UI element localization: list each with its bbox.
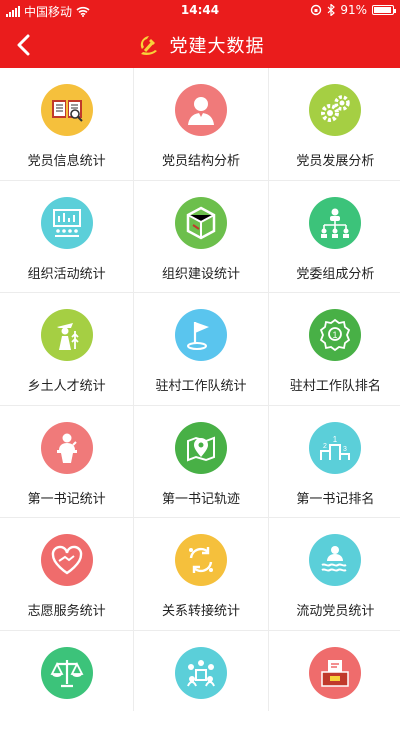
icon-circle — [41, 534, 93, 586]
flag-marker-icon — [183, 317, 219, 353]
icon-circle — [175, 84, 227, 136]
grid-item-2[interactable]: 党员结构分析 — [134, 68, 267, 180]
grid-item-label: 第一书记排名 — [269, 488, 400, 507]
grid-item-label: 党员结构分析 — [134, 150, 267, 169]
icon-circle — [309, 197, 361, 249]
grid-item-7[interactable]: 乡土人才统计 — [0, 293, 133, 405]
rotation-lock-icon — [310, 4, 322, 16]
grid-item-label: 党员发展分析 — [269, 150, 400, 169]
status-bar: 中国移动 14:44 91% — [0, 0, 400, 22]
map-pin-icon — [183, 430, 219, 466]
grid-item-4[interactable]: 组织活动统计 — [0, 181, 133, 293]
grid-item-label: 关系转接统计 — [134, 600, 267, 619]
icon-circle — [41, 309, 93, 361]
grid-item-16[interactable] — [0, 631, 133, 742]
bluetooth-icon — [327, 4, 335, 16]
grid-item-17[interactable] — [134, 631, 267, 742]
grid-item-1[interactable]: 党员信息统计 — [0, 68, 133, 180]
ballot-box-icon — [317, 655, 353, 691]
svg-text:1: 1 — [333, 330, 338, 340]
grid-item-18[interactable] — [269, 631, 400, 742]
icon-circle: 12 3 — [309, 422, 361, 474]
icon-circle — [175, 534, 227, 586]
presentation-board-icon — [49, 205, 85, 241]
status-right: 91% — [310, 3, 394, 17]
icon-circle — [41, 422, 93, 474]
battery-icon — [372, 5, 394, 15]
group-meeting-icon — [183, 655, 219, 691]
org-chart-icon — [317, 205, 353, 241]
podium-icon: 12 3 — [317, 430, 353, 466]
grid-item-3[interactable]: 党员发展分析 — [269, 68, 400, 180]
grid-item-10[interactable]: 第一书记统计 — [0, 406, 133, 518]
battery-percent: 91% — [340, 3, 367, 17]
swimming-person-icon — [317, 542, 353, 578]
grid-item-8[interactable]: 驻村工作队统计 — [134, 293, 267, 405]
grid-item-label: 组织活动统计 — [0, 263, 133, 282]
grid-item-12[interactable]: 12 3 第一书记排名 — [269, 406, 400, 518]
person-bust-icon — [183, 92, 219, 128]
grid-item-14[interactable]: 关系转接统计 — [134, 518, 267, 630]
grid-item-label: 第一书记轨迹 — [134, 488, 267, 507]
grid-item-9[interactable]: 1 驻村工作队排名 — [269, 293, 400, 405]
grid-item-label: 驻村工作队统计 — [134, 375, 267, 394]
icon-circle — [309, 84, 361, 136]
book-magnifier-icon — [49, 92, 85, 128]
icon-circle — [41, 84, 93, 136]
icon-circle — [175, 422, 227, 474]
medal-icon: 1 — [317, 317, 353, 353]
grid-item-13[interactable]: 志愿服务统计 — [0, 518, 133, 630]
gears-icon — [317, 92, 353, 128]
grid-item-label: 志愿服务统计 — [0, 600, 133, 619]
feature-grid: 党员信息统计 党员结构分析 党员发展分析 组织活动统计 组织建设统计 党委组成分… — [0, 68, 400, 711]
icon-circle — [41, 647, 93, 699]
page-title: 党建大数据 — [170, 32, 265, 58]
icon-circle — [175, 647, 227, 699]
icon-circle — [41, 197, 93, 249]
party-cube-icon — [183, 205, 219, 241]
speaker-podium-icon — [49, 430, 85, 466]
farmer-icon — [49, 317, 85, 353]
svg-text:3: 3 — [343, 446, 347, 453]
icon-circle: 1 — [309, 309, 361, 361]
transfer-cycle-icon — [183, 542, 219, 578]
header-title-group: 党建大数据 — [0, 22, 400, 68]
grid-item-6[interactable]: 党委组成分析 — [269, 181, 400, 293]
grid-item-5[interactable]: 组织建设统计 — [134, 181, 267, 293]
heart-hands-icon — [49, 542, 85, 578]
icon-circle — [175, 309, 227, 361]
grid-item-label: 组织建设统计 — [134, 263, 267, 282]
party-emblem-icon — [136, 32, 162, 58]
grid-item-label: 党委组成分析 — [269, 263, 400, 282]
grid-item-15[interactable]: 流动党员统计 — [269, 518, 400, 630]
grid-item-label: 党员信息统计 — [0, 150, 133, 169]
icon-circle — [309, 534, 361, 586]
grid-item-label: 流动党员统计 — [269, 600, 400, 619]
grid-item-label: 乡土人才统计 — [0, 375, 133, 394]
grid-item-11[interactable]: 第一书记轨迹 — [134, 406, 267, 518]
header-bar: 党建大数据 — [0, 22, 400, 68]
grid-item-label: 驻村工作队排名 — [269, 375, 400, 394]
svg-text:1: 1 — [333, 435, 338, 444]
icon-circle — [309, 647, 361, 699]
grid-item-label: 第一书记统计 — [0, 488, 133, 507]
balance-scale-icon — [49, 655, 85, 691]
icon-circle — [175, 197, 227, 249]
svg-text:2: 2 — [323, 443, 327, 450]
